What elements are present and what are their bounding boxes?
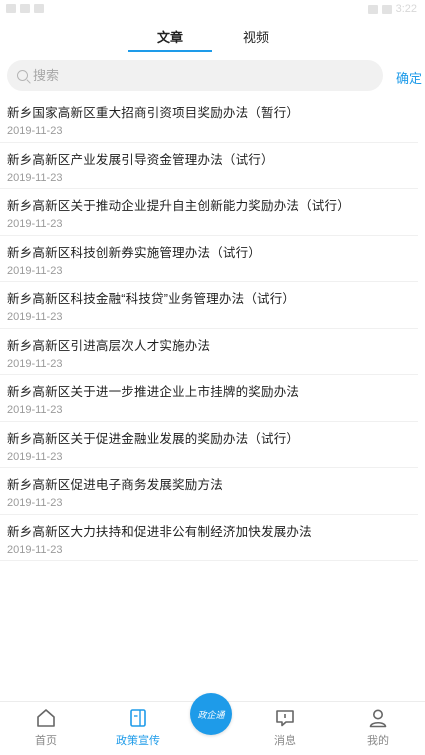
search-box[interactable] bbox=[7, 60, 383, 91]
list-item[interactable]: 新乡高新区关于进一步推进企业上市挂牌的奖励办法 2019-11-23 bbox=[0, 375, 418, 422]
notification-icon bbox=[34, 4, 44, 13]
list-item[interactable]: 新乡高新区科技金融“科技贷”业务管理办法（试行） 2019-11-23 bbox=[0, 282, 418, 329]
article-date: 2019-11-23 bbox=[7, 497, 63, 509]
content-tabs: 文章 视频 bbox=[0, 22, 425, 52]
article-title: 新乡高新区大力扶持和促进非公有制经济加快发展办法 bbox=[7, 524, 312, 539]
list-item[interactable]: 新乡高新区关于推动企业提升自主创新能力奖励办法（试行） 2019-11-23 bbox=[0, 189, 418, 236]
article-title: 新乡高新区科技创新券实施管理办法（试行） bbox=[7, 245, 262, 260]
nav-home-label: 首页 bbox=[35, 735, 57, 747]
nav-policy[interactable]: 政策宣传 bbox=[108, 708, 168, 748]
article-date: 2019-11-23 bbox=[7, 171, 63, 184]
article-title: 新乡高新区关于推动企业提升自主创新能力奖励办法（试行） bbox=[7, 199, 350, 213]
list-item[interactable]: 新乡高新区关于促进金融业发展的奖励办法（试行） 2019-11-23 bbox=[0, 422, 418, 468]
tab-articles[interactable]: 文章 bbox=[157, 27, 183, 46]
battery-icon bbox=[381, 4, 392, 14]
list-item[interactable]: 新乡高新区引进高层次人才实施办法 2019-11-23 bbox=[0, 329, 418, 375]
user-icon bbox=[369, 709, 387, 728]
list-item[interactable]: 新乡高新区产业发展引导资金管理办法（试行） 2019-11-23 bbox=[0, 143, 418, 189]
article-title: 新乡高新区关于促进金融业发展的奖励办法（试行） bbox=[7, 431, 300, 446]
nav-policy-label: 政策宣传 bbox=[116, 735, 160, 747]
notification-icon bbox=[6, 4, 16, 13]
list-item[interactable]: 新乡国家高新区重大招商引资项目奖励办法（暂行） 2019-11-23 bbox=[0, 96, 418, 143]
article-date: 2019-11-23 bbox=[7, 218, 63, 230]
message-icon bbox=[276, 710, 294, 727]
list-item[interactable]: 新乡高新区科技创新券实施管理办法（试行） 2019-11-23 bbox=[0, 236, 418, 282]
document-icon bbox=[130, 709, 146, 727]
article-date: 2019-11-23 bbox=[7, 450, 63, 463]
article-title: 新乡高新区引进高层次人才实施办法 bbox=[7, 338, 211, 353]
status-bar: 3:22 bbox=[0, 0, 425, 18]
article-date: 2019-11-23 bbox=[7, 357, 63, 370]
article-date: 2019-11-23 bbox=[7, 543, 63, 556]
confirm-button[interactable]: 确定 bbox=[396, 68, 422, 87]
article-title: 新乡国家高新区重大招商引资项目奖励办法（暂行） bbox=[7, 106, 300, 120]
logo-icon: 政企通 bbox=[197, 709, 225, 720]
active-tab-indicator bbox=[128, 50, 212, 52]
article-date: 2019-11-23 bbox=[7, 311, 63, 323]
nav-mine[interactable]: 我的 bbox=[348, 708, 408, 748]
article-title: 新乡高新区科技金融“科技贷”业务管理办法（试行） bbox=[7, 292, 296, 306]
status-notifications bbox=[6, 4, 44, 13]
article-date: 2019-11-23 bbox=[7, 404, 63, 416]
article-title: 新乡高新区促进电子商务发展奖励方法 bbox=[7, 478, 223, 492]
nav-home[interactable]: 首页 bbox=[16, 708, 76, 748]
search-icon bbox=[17, 70, 28, 81]
nav-center-button[interactable]: 政企通 bbox=[190, 693, 232, 735]
list-item[interactable]: 新乡高新区大力扶持和促进非公有制经济加快发展办法 2019-11-23 bbox=[0, 515, 418, 561]
search-input[interactable] bbox=[33, 68, 333, 83]
article-date: 2019-11-23 bbox=[7, 264, 63, 277]
article-title: 新乡高新区产业发展引导资金管理办法（试行） bbox=[7, 152, 274, 167]
wifi-icon bbox=[367, 4, 378, 14]
home-icon bbox=[37, 709, 55, 727]
tab-videos[interactable]: 视频 bbox=[243, 27, 269, 46]
nav-messages-label: 消息 bbox=[274, 735, 296, 747]
bottom-nav: 首页 政策宣传 政企通 消息 我的 bbox=[0, 693, 425, 755]
article-date: 2019-11-23 bbox=[7, 125, 63, 137]
article-list: 新乡国家高新区重大招商引资项目奖励办法（暂行） 2019-11-23 新乡高新区… bbox=[0, 96, 425, 561]
article-title: 新乡高新区关于进一步推进企业上市挂牌的奖励办法 bbox=[7, 385, 300, 399]
nav-messages[interactable]: 消息 bbox=[255, 708, 315, 748]
notification-icon bbox=[20, 4, 30, 13]
search-row: 确定 bbox=[0, 60, 425, 92]
list-item[interactable]: 新乡高新区促进电子商务发展奖励方法 2019-11-23 bbox=[0, 468, 418, 515]
status-time: 3:22 bbox=[395, 3, 417, 15]
status-system: 3:22 bbox=[367, 3, 417, 15]
nav-mine-label: 我的 bbox=[367, 735, 389, 747]
